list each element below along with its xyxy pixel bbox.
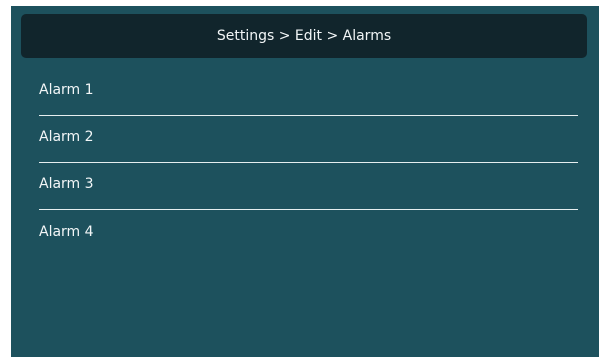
- alarm-list: Alarm 1 Alarm 2 Alarm 3 Alarm 4: [39, 69, 578, 257]
- alarm-label: Alarm 2: [39, 129, 94, 145]
- alarm-label: Alarm 4: [39, 223, 94, 240]
- breadcrumb: Settings > Edit > Alarms: [216, 28, 392, 44]
- alarm-list-item-1[interactable]: Alarm 1: [39, 69, 578, 116]
- header-bar: Settings > Edit > Alarms: [21, 14, 587, 58]
- alarm-list-item-3[interactable]: Alarm 3: [39, 163, 578, 210]
- alarm-label: Alarm 3: [39, 176, 94, 192]
- alarm-list-item-4[interactable]: Alarm 4: [39, 210, 578, 257]
- alarm-list-item-2[interactable]: Alarm 2: [39, 116, 578, 163]
- alarm-label: Alarm 1: [39, 82, 94, 98]
- settings-screen: Settings > Edit > Alarms Alarm 1 Alarm 2…: [11, 6, 599, 357]
